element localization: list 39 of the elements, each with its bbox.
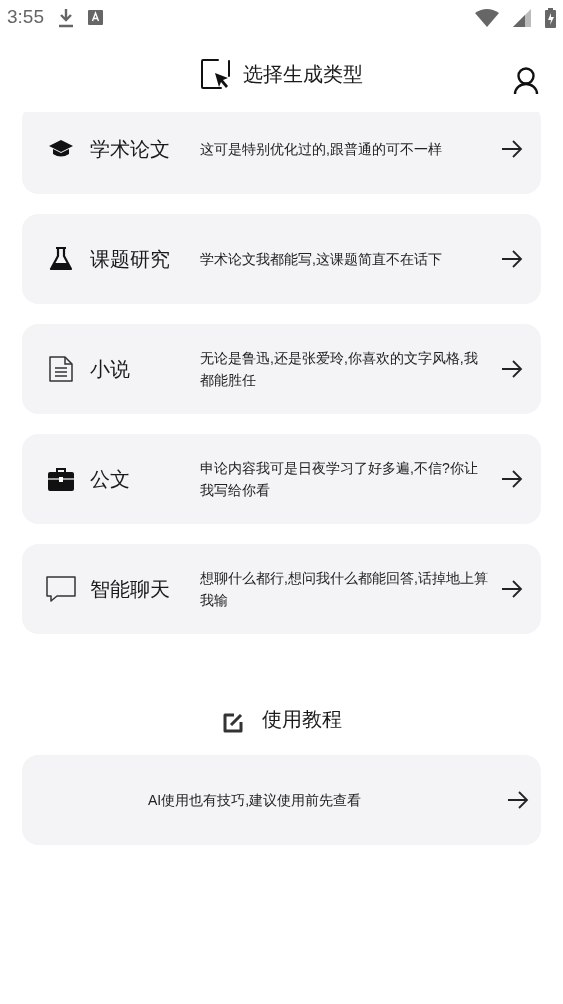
type-card[interactable]: 智能聊天 想聊什么都行,想问我什么都能回答,话掉地上算我输	[22, 544, 541, 634]
page-title: 选择生成类型	[243, 61, 363, 87]
arrow-icon	[501, 580, 523, 598]
section-title: 使用教程	[261, 707, 342, 732]
battery-icon	[545, 7, 556, 28]
status-time: 3:55	[7, 5, 44, 30]
flask-icon	[49, 246, 73, 272]
download-icon	[58, 7, 74, 28]
signal-icon	[513, 8, 531, 27]
keyboard-icon	[88, 10, 103, 25]
arrow-icon	[501, 360, 523, 378]
card-label: 课题研究	[90, 247, 171, 272]
chat-bubble-icon	[46, 576, 76, 602]
card-description: AI使用也有技巧,建议使用前先查看	[148, 790, 363, 810]
document-icon	[48, 355, 74, 383]
edit-icon	[221, 712, 244, 734]
arrow-icon	[507, 791, 529, 809]
cursor-select-icon	[200, 58, 231, 89]
type-card[interactable]: 公文 申论内容我可是日夜学习了好多遍,不信?你让我写给你看	[22, 434, 541, 524]
card-label: 智能聊天	[90, 577, 171, 602]
card-description: 无论是鲁迅,还是张爱玲,你喜欢的文字风格,我都能胜任	[200, 349, 479, 390]
card-label: 学术论文	[90, 137, 171, 162]
card-description: 这可是特别优化过的,跟普通的可不一样	[200, 140, 443, 159]
card-description: 想聊什么都行,想问我什么都能回答,话掉地上算我输	[200, 569, 489, 610]
briefcase-icon	[48, 467, 74, 491]
arrow-icon	[501, 250, 523, 268]
type-card[interactable]: 课题研究 学术论文我都能写,这课题简直不在话下	[22, 214, 541, 304]
user-icon[interactable]	[513, 67, 539, 95]
arrow-icon	[501, 470, 523, 488]
wifi-icon	[475, 8, 499, 27]
type-card[interactable]: 学术论文 这可是特别优化过的,跟普通的可不一样	[22, 112, 541, 194]
card-description: 学术论文我都能写,这课题简直不在话下	[200, 250, 443, 269]
card-label: 小说	[90, 357, 131, 382]
card-description: 申论内容我可是日夜学习了好多遍,不信?你让我写给你看	[200, 459, 479, 500]
arrow-icon	[501, 140, 523, 158]
tutorial-card[interactable]: AI使用也有技巧,建议使用前先查看	[22, 755, 541, 845]
type-card[interactable]: 小说 无论是鲁迅,还是张爱玲,你喜欢的文字风格,我都能胜任	[22, 324, 541, 414]
graduation-cap-icon	[48, 139, 74, 159]
card-label: 公文	[90, 467, 131, 492]
